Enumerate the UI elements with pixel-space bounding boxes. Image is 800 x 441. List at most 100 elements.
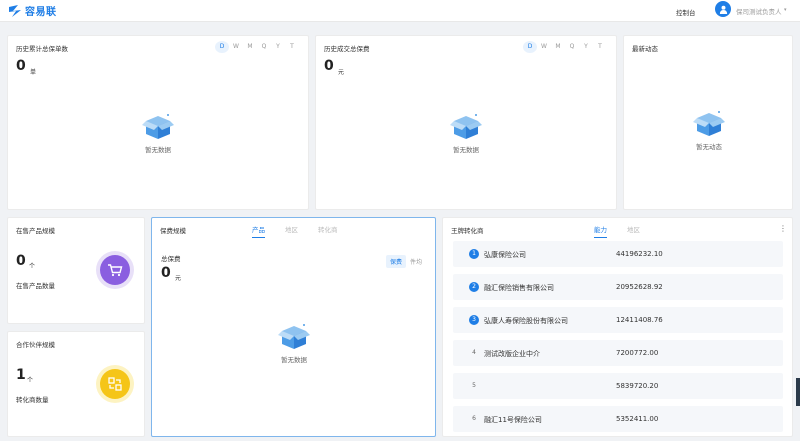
rank-badge: 5 (472, 382, 476, 389)
empty-state: 暂无数据 (264, 321, 324, 364)
table-row[interactable]: 3 弘康人寿保险股份有限公司 12411408.76 (453, 307, 783, 333)
empty-text: 暂无数据 (453, 146, 479, 154)
empty-box-icon (450, 114, 482, 139)
period-tab-day[interactable]: D (523, 41, 537, 53)
metric-average[interactable]: 件均 (406, 255, 426, 268)
total-premium-unit: 元 (175, 275, 182, 282)
converter-value: 12411408.76 (616, 316, 663, 324)
table-row[interactable]: 1 弘康保险公司 44196232.10 (453, 241, 783, 267)
converter-value: 5352411.00 (616, 415, 659, 423)
empty-box-icon (278, 324, 310, 349)
top-bar: 容易联 控制台 保司测试负责人 ▾ (0, 0, 800, 22)
converter-name: 融汇保险销售有限公司 (484, 284, 554, 292)
period-tab-quarter[interactable]: Q (565, 41, 579, 53)
period-tab-day[interactable]: D (215, 41, 229, 53)
table-row[interactable]: 2 融汇保险销售有限公司 20952628.92 (453, 274, 783, 300)
logo-icon (9, 4, 21, 17)
card-title: 最新动态 (632, 45, 658, 53)
empty-text: 暂无数据 (145, 146, 171, 154)
ranking-tabs: 能力 地区 (594, 224, 660, 238)
exchange-icon (108, 377, 122, 391)
top-converters-card: 王牌转化商 能力 地区 ⋮ 1 弘康保险公司 44196232.10 2 融汇保… (442, 217, 793, 437)
rank-badge: 2 (469, 282, 479, 292)
period-tabs: D W M Q Y T (523, 41, 607, 53)
card-title: 合作伙伴规模 (16, 341, 55, 349)
period-tab-week[interactable]: W (229, 41, 243, 53)
policy-count-card: 历史累计总保单数 D W M Q Y T 0 单 暂无数据 (7, 35, 309, 210)
empty-state: 暂无数据 (128, 111, 188, 154)
partners-card: 合作伙伴规模 1 个 转化商数量 (7, 331, 145, 437)
converter-name: 弘康人寿保险股份有限公司 (484, 317, 568, 325)
card-title: 保费规模 (160, 227, 186, 235)
rank-badge: 4 (472, 349, 476, 356)
empty-text: 暂无数据 (281, 356, 307, 364)
scale-tabs: 产品 地区 转化商 (252, 224, 358, 238)
converter-value: 7200772.00 (616, 349, 659, 357)
premium-scale-card: 保费规模 产品 地区 转化商 总保费 0 元 保费 件均 暂无数据 (151, 217, 436, 437)
period-tab-total[interactable]: T (285, 41, 299, 53)
period-tab-total[interactable]: T (593, 41, 607, 53)
period-tab-month[interactable]: M (551, 41, 565, 53)
products-count-value: 0 (16, 253, 26, 269)
converter-value: 44196232.10 (616, 250, 663, 258)
empty-state: 暂无数据 (436, 111, 496, 154)
tab-region[interactable]: 地区 (627, 224, 640, 238)
rank-badge: 3 (469, 315, 479, 325)
logo[interactable]: 容易联 (8, 3, 57, 18)
period-tab-year[interactable]: Y (271, 41, 285, 53)
scrollbar-thumb[interactable] (796, 378, 800, 406)
cart-icon-badge (96, 251, 134, 289)
empty-box-icon (693, 111, 725, 136)
card-title: 在售产品规模 (16, 227, 55, 235)
premium-value: 0 (324, 58, 334, 74)
products-count-label: 在售产品数量 (16, 282, 55, 290)
period-tab-quarter[interactable]: Q (257, 41, 271, 53)
period-tab-year[interactable]: Y (579, 41, 593, 53)
converter-name: 弘康保险公司 (484, 251, 526, 259)
empty-box-icon (142, 114, 174, 139)
metric-premium[interactable]: 保费 (386, 255, 407, 268)
rank-badge: 1 (469, 249, 479, 259)
more-menu-icon[interactable]: ⋮ (779, 224, 787, 233)
policy-count-value: 0 (16, 58, 26, 74)
card-title: 历史累计总保单数 (16, 45, 68, 53)
card-title: 历史成交总保费 (324, 45, 370, 53)
converter-name: 测试改版企业中介 (484, 350, 540, 358)
console-link[interactable]: 控制台 (676, 7, 696, 17)
rank-badge: 6 (472, 415, 476, 422)
premium-unit: 元 (338, 69, 345, 76)
partners-count-value: 1 (16, 367, 26, 383)
tab-product[interactable]: 产品 (252, 224, 265, 238)
total-premium-card: 历史成交总保费 D W M Q Y T 0 元 暂无数据 (315, 35, 617, 210)
chevron-down-icon[interactable]: ▾ (784, 7, 787, 13)
metric-toggle: 保费 件均 (386, 255, 426, 268)
table-row[interactable]: 6 融汇11号保险公司 5352411.00 (453, 406, 783, 432)
converter-value: 20952628.92 (616, 283, 663, 291)
tab-converter[interactable]: 转化商 (318, 224, 338, 238)
cart-icon (108, 264, 123, 277)
converter-value: 5839720.20 (616, 382, 659, 390)
tab-region[interactable]: 地区 (285, 224, 298, 238)
username[interactable]: 保司测试负责人 (736, 6, 782, 16)
card-title: 王牌转化商 (451, 227, 484, 235)
products-on-sale-card: 在售产品规模 0 个 在售产品数量 (7, 217, 145, 324)
converter-name: 融汇11号保险公司 (484, 416, 542, 424)
empty-text: 暂无动态 (696, 143, 722, 151)
latest-news-card: 最新动态 暂无动态 (623, 35, 793, 210)
logo-text: 容易联 (25, 7, 57, 18)
table-row[interactable]: 5 5839720.20 (453, 373, 783, 399)
tab-capability[interactable]: 能力 (594, 224, 607, 238)
period-tab-month[interactable]: M (243, 41, 257, 53)
total-premium-label: 总保费 (161, 255, 181, 263)
policy-count-unit: 单 (30, 69, 37, 76)
empty-state: 暂无动态 (679, 108, 739, 151)
total-premium-value: 0 (161, 265, 171, 281)
period-tab-week[interactable]: W (537, 41, 551, 53)
partner-icon-badge (96, 365, 134, 403)
partners-count-unit: 个 (27, 377, 34, 384)
avatar[interactable] (715, 1, 731, 17)
user-icon (719, 5, 727, 14)
partners-count-label: 转化商数量 (16, 396, 49, 404)
products-count-unit: 个 (29, 263, 36, 270)
table-row[interactable]: 4 测试改版企业中介 7200772.00 (453, 340, 783, 366)
